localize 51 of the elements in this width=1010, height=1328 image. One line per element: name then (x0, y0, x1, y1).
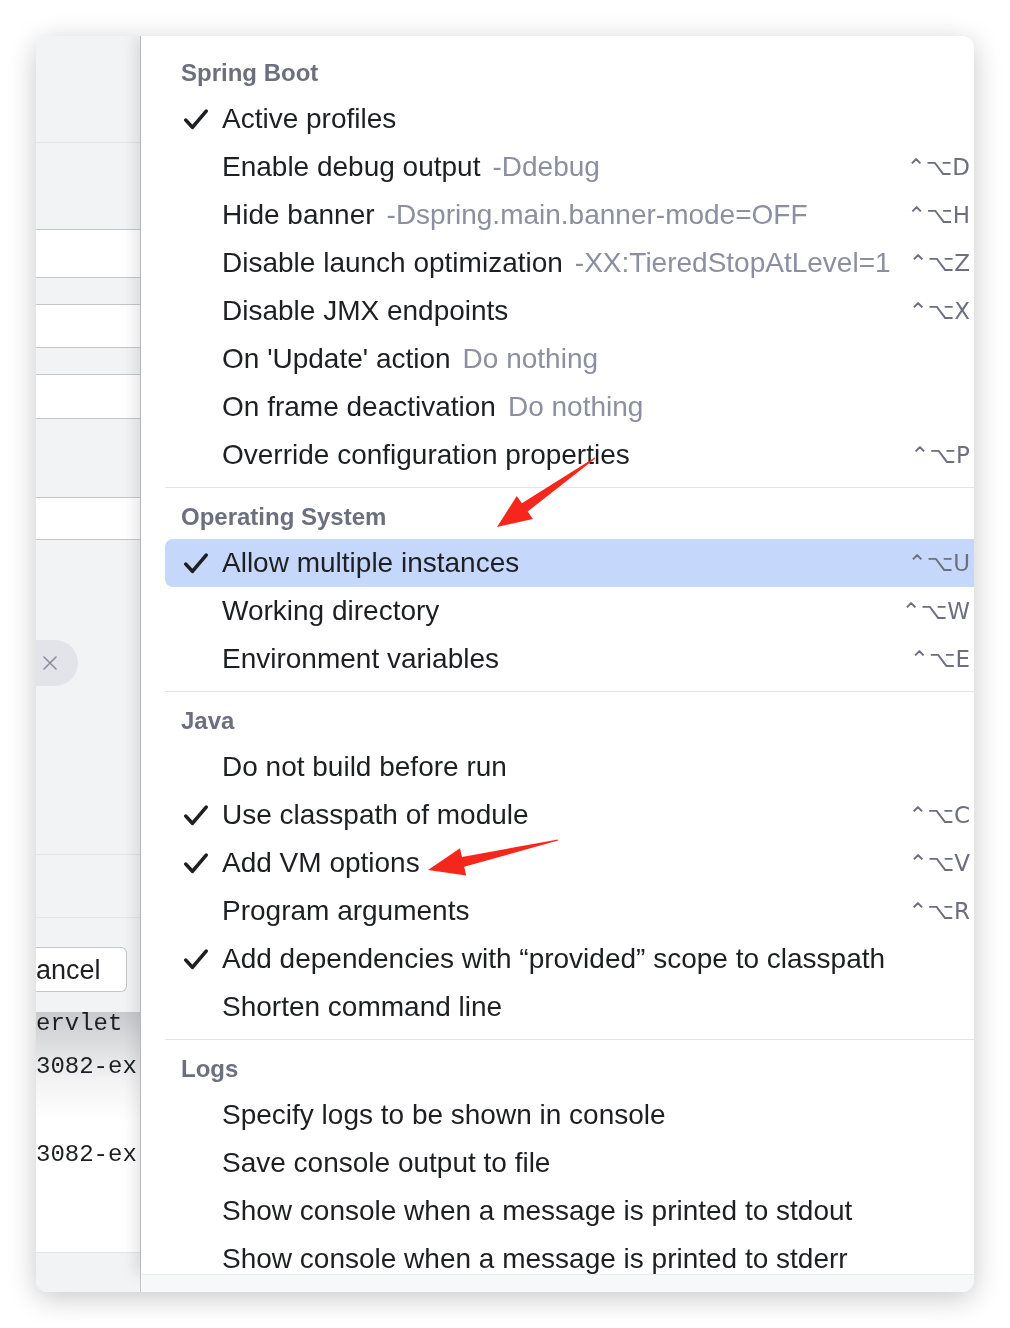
shortcut-text: ⌃⌥Z (908, 249, 970, 278)
menu-item[interactable]: Disable launch optimization -XX:TieredStopAtLevel=1 ⌃⌥Z (165, 239, 974, 287)
shortcut-text: ⌃⌥D (906, 153, 970, 182)
menu-item[interactable]: Hide banner -Dspring.main.banner-mode=OFF ⌃⌥H (165, 191, 974, 239)
shortcut-text: ⌃⌥V (908, 849, 970, 878)
menu-item[interactable]: Enable debug output -Ddebug ⌃⌥D (165, 143, 974, 191)
close-button[interactable] (36, 640, 78, 686)
shortcut-text: ⌃⌥X (908, 297, 970, 326)
section-header: Operating System (181, 503, 387, 531)
menu-item[interactable]: Disable JMX endpoints ⌃⌥X (165, 287, 974, 335)
input-field[interactable] (36, 497, 140, 540)
shortcut-text: ⌃⌥C (908, 801, 970, 830)
option-hint: Do nothing (462, 344, 599, 374)
shortcut-text: ⌃⌥W (901, 597, 970, 626)
menu-item[interactable]: On 'Update' action Do nothing (165, 335, 974, 383)
input-field[interactable] (36, 304, 140, 348)
section-header: Java (181, 707, 235, 735)
menu-item[interactable]: Show console when a message is printed to stderr (165, 1235, 974, 1274)
console-line: 3082-ex (36, 1055, 138, 1079)
option-hint: -Dspring.main.banner-mode=OFF (386, 200, 808, 230)
shortcut-text: ⌃⌥E (909, 645, 970, 674)
menu-item[interactable]: Specify logs to be shown in console (165, 1091, 974, 1139)
input-field[interactable] (36, 229, 140, 278)
menu-item[interactable]: Save console output to file (165, 1139, 974, 1187)
option-hint: -XX:TieredStopAtLevel=1 (574, 248, 891, 278)
section-header: Logs (181, 1055, 239, 1083)
menu-item[interactable]: Add VM options ⌃⌥V (165, 839, 974, 887)
menu-item[interactable]: Shorten command line (165, 983, 974, 1031)
menu-item[interactable]: Environment variables ⌃⌥E (165, 635, 974, 683)
shortcut-text: ⌃⌥H (906, 201, 970, 230)
menu-item[interactable]: Override configuration properties ⌃⌥P (165, 431, 974, 479)
shortcut-text: ⌃⌥R (908, 897, 970, 926)
menu-item[interactable]: Allow multiple instances ⌃⌥U (165, 539, 974, 587)
shortcut-text: ⌃⌥U (907, 549, 970, 578)
cancel-button[interactable]: ancel (36, 947, 127, 992)
section-header: Spring Boot (181, 59, 319, 87)
console-line: ervlet (36, 1012, 124, 1036)
menu-item[interactable]: Active profiles (165, 95, 974, 143)
console-line: 3082-ex (36, 1143, 138, 1167)
input-field[interactable] (36, 374, 140, 419)
menu-item[interactable]: Program arguments ⌃⌥R (165, 887, 974, 935)
menu-item[interactable]: Use classpath of module ⌃⌥C (165, 791, 974, 839)
option-hint: -Ddebug (492, 152, 600, 182)
menu-item[interactable]: On frame deactivation Do nothing (165, 383, 974, 431)
option-hint: Do nothing (507, 392, 644, 422)
menu-item[interactable]: Do not build before run (165, 743, 974, 791)
menu-item[interactable]: Show console when a message is printed to stdout (165, 1187, 974, 1235)
menu-item[interactable]: Working directory ⌃⌥W (165, 587, 974, 635)
close-icon (43, 656, 57, 670)
shortcut-text: ⌃⌥P (910, 441, 970, 470)
menu-item[interactable]: Add dependencies with “provided” scope to classpath (165, 935, 974, 983)
